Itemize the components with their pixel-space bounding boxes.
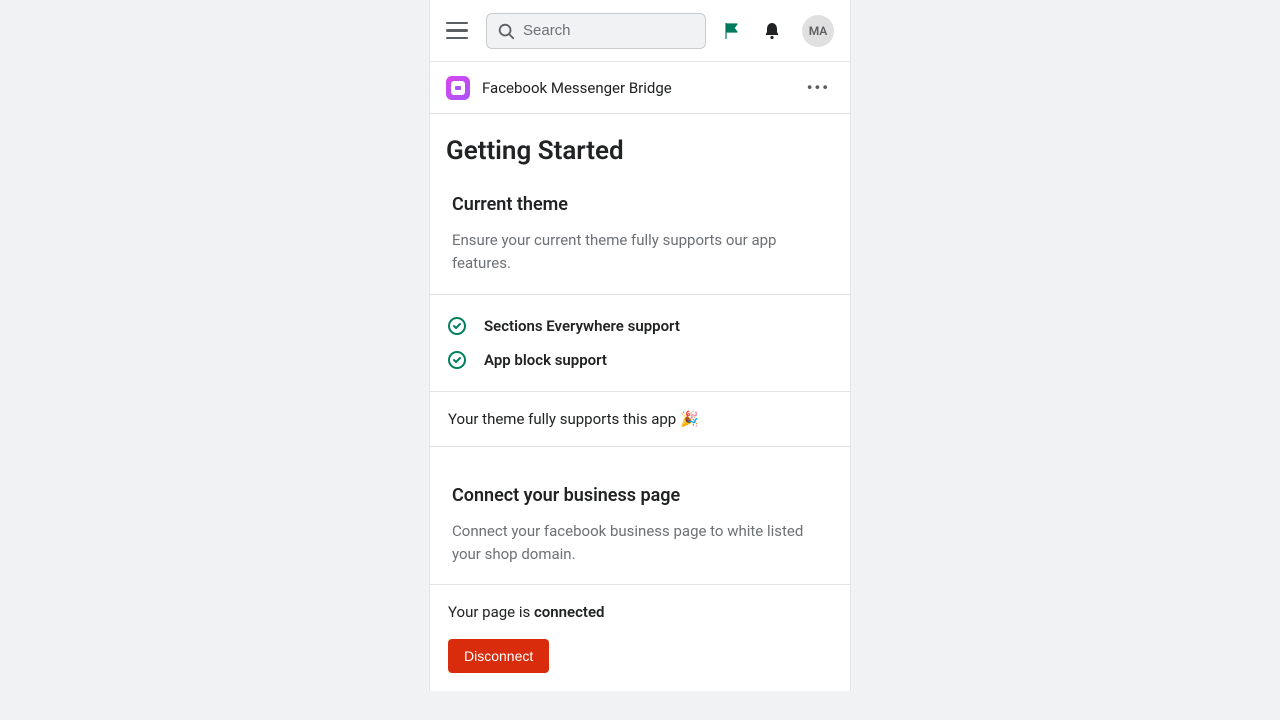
connect-status-card: Your page is connected Disconnect [430, 584, 850, 691]
app-logo-icon [446, 76, 470, 100]
status-prefix: Your page is [448, 603, 534, 621]
list-item: App block support [448, 343, 832, 377]
section-title: Connect your business page [452, 485, 828, 506]
flag-icon[interactable] [722, 21, 742, 41]
section-connect-page: Connect your business page Connect your … [430, 485, 850, 692]
app-name: Facebook Messenger Bridge [482, 79, 672, 97]
avatar-initials: MA [809, 24, 828, 38]
search-field[interactable] [486, 13, 706, 49]
connection-status: Your page is connected [448, 603, 832, 621]
theme-support-footer: Your theme fully supports this app 🎉 [430, 391, 850, 446]
search-input[interactable] [523, 22, 695, 39]
disconnect-button[interactable]: Disconnect [448, 639, 549, 673]
section-current-theme: Current theme Ensure your current theme … [430, 194, 850, 447]
check-item-label: App block support [484, 351, 607, 369]
check-item-label: Sections Everywhere support [484, 317, 680, 335]
app-header: Facebook Messenger Bridge ••• [430, 62, 850, 114]
section-header: Connect your business page Connect your … [430, 485, 850, 585]
menu-icon[interactable] [446, 17, 474, 45]
app-container: MA Facebook Messenger Bridge ••• Getting… [429, 0, 851, 691]
page-title: Getting Started [430, 114, 850, 194]
section-title: Current theme [452, 194, 828, 215]
status-value: connected [534, 603, 605, 621]
app-title-wrap: Facebook Messenger Bridge [446, 76, 672, 100]
check-circle-icon [448, 351, 466, 369]
section-header: Current theme Ensure your current theme … [430, 194, 850, 294]
section-description: Connect your facebook business page to w… [452, 520, 828, 567]
list-item: Sections Everywhere support [448, 309, 832, 343]
topbar-actions: MA [722, 15, 834, 47]
bell-icon[interactable] [762, 21, 782, 41]
avatar[interactable]: MA [802, 15, 834, 47]
checklist: Sections Everywhere support App block su… [430, 295, 850, 391]
check-circle-icon [448, 317, 466, 335]
section-description: Ensure your current theme fully supports… [452, 229, 828, 276]
topbar: MA [430, 0, 850, 62]
theme-support-card: Sections Everywhere support App block su… [430, 294, 850, 447]
more-icon[interactable]: ••• [803, 74, 834, 101]
search-icon [497, 22, 515, 40]
